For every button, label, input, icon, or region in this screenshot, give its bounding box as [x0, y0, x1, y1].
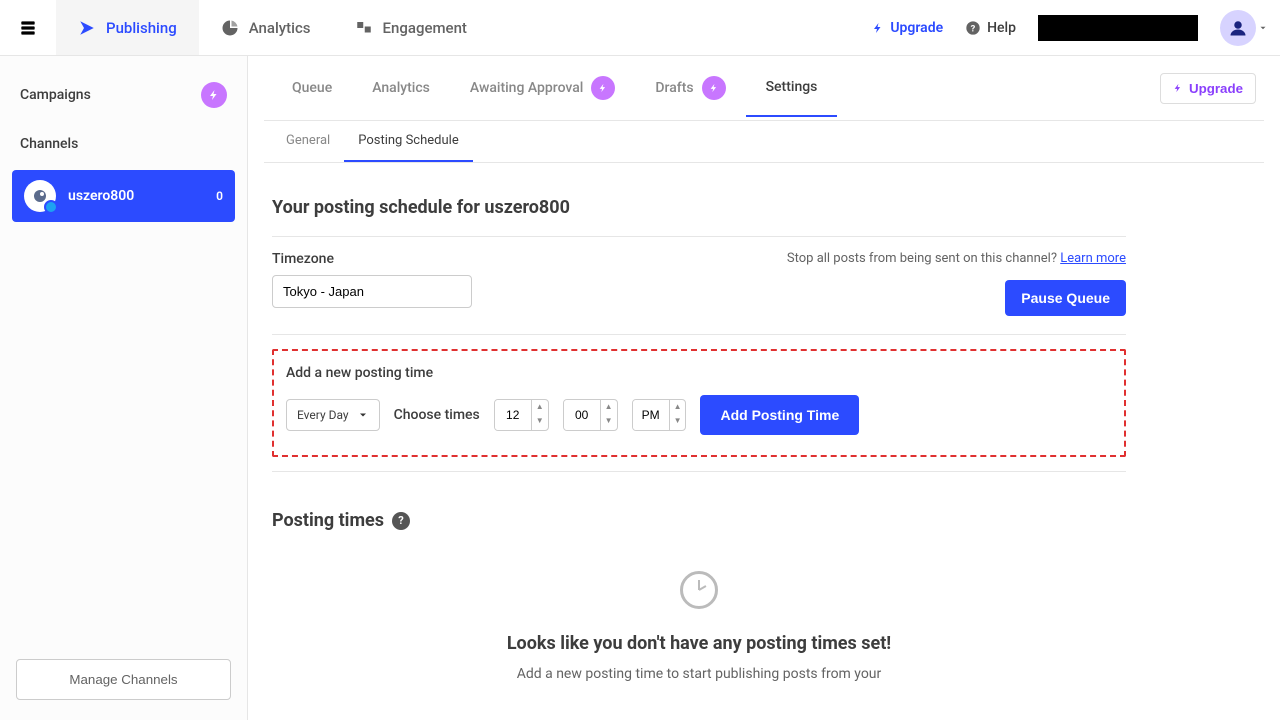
chevron-down-icon — [1258, 23, 1268, 33]
upgrade-link-label: Upgrade — [890, 20, 943, 36]
timezone-input[interactable] — [272, 275, 472, 308]
help-link[interactable]: ? Help — [965, 20, 1016, 36]
learn-more-link[interactable]: Learn more — [1060, 251, 1126, 266]
top-nav: Publishing Analytics Engagement Upgrade … — [0, 0, 1280, 56]
tab-queue[interactable]: Queue — [272, 60, 352, 116]
minute-stepper[interactable]: ▲▼ — [563, 399, 618, 431]
account-selector[interactable] — [1038, 15, 1198, 41]
add-posting-label: Add a new posting time — [286, 365, 1112, 381]
tab-engagement-label: Engagement — [383, 19, 467, 37]
tab-analytics-label: Analytics — [249, 19, 311, 37]
user-menu[interactable] — [1220, 10, 1268, 46]
analytics-icon — [221, 19, 239, 37]
upgrade-link[interactable]: Upgrade — [872, 20, 943, 36]
drafts-label: Drafts — [655, 80, 693, 96]
add-posting-time-button[interactable]: Add Posting Time — [700, 395, 859, 435]
upgrade-button-label: Upgrade — [1189, 81, 1243, 96]
ampm-input[interactable] — [633, 400, 669, 430]
tab-settings[interactable]: Settings — [746, 59, 838, 117]
chevron-down-icon[interactable]: ▼ — [532, 414, 548, 428]
empty-state: Looks like you don't have any posting ti… — [272, 571, 1126, 682]
campaigns-label: Campaigns — [20, 87, 91, 103]
hour-input[interactable] — [495, 400, 531, 430]
hour-stepper[interactable]: ▲▼ — [494, 399, 549, 431]
upgrade-button[interactable]: Upgrade — [1160, 73, 1256, 104]
content-tabs: Queue Analytics Awaiting Approval Drafts… — [264, 56, 1264, 121]
tab-drafts[interactable]: Drafts — [635, 56, 745, 120]
topnav-right: Upgrade ? Help — [872, 10, 1280, 46]
main-content: Queue Analytics Awaiting Approval Drafts… — [248, 56, 1280, 720]
empty-subtitle: Add a new posting time to start publishi… — [272, 666, 1126, 682]
day-select[interactable]: Every Day — [286, 399, 380, 431]
app-logo[interactable] — [0, 18, 56, 38]
tab-posting-schedule[interactable]: Posting Schedule — [344, 121, 473, 162]
bolt-icon — [1173, 82, 1183, 94]
choose-times-label: Choose times — [394, 407, 480, 423]
help-icon: ? — [965, 20, 981, 36]
chevron-down-icon — [357, 409, 369, 421]
bolt-icon — [872, 21, 884, 35]
awaiting-label: Awaiting Approval — [470, 80, 583, 96]
bolt-icon — [702, 76, 726, 100]
tab-awaiting[interactable]: Awaiting Approval — [450, 56, 635, 120]
chevron-up-icon[interactable]: ▲ — [601, 400, 617, 414]
help-icon[interactable]: ? — [392, 512, 410, 530]
page-title: Your posting schedule for uszero800 — [272, 197, 1126, 218]
bolt-icon — [591, 76, 615, 100]
svg-text:?: ? — [971, 23, 976, 34]
ampm-stepper[interactable]: ▲▼ — [632, 399, 687, 431]
manage-channels-button[interactable]: Manage Channels — [16, 659, 231, 700]
tab-publishing-label: Publishing — [106, 19, 177, 37]
tab-analytics-sub[interactable]: Analytics — [352, 60, 450, 116]
empty-title: Looks like you don't have any posting ti… — [272, 633, 1126, 654]
channels-label: Channels — [20, 136, 78, 152]
tab-general[interactable]: General — [272, 121, 344, 162]
sidebar-item-campaigns[interactable]: Campaigns — [8, 68, 239, 122]
divider — [272, 471, 1126, 472]
minute-input[interactable] — [564, 400, 600, 430]
chevron-up-icon[interactable]: ▲ — [670, 400, 686, 414]
add-posting-time-section: Add a new posting time Every Day Choose … — [272, 349, 1126, 457]
chevron-up-icon[interactable]: ▲ — [532, 400, 548, 414]
settings-tabs: General Posting Schedule — [264, 121, 1264, 163]
clock-icon — [680, 571, 718, 609]
channel-item[interactable]: uszero800 0 — [12, 170, 235, 222]
twitter-icon — [44, 200, 58, 214]
topnav-tabs: Publishing Analytics Engagement — [56, 0, 489, 55]
channel-name: uszero800 — [68, 188, 134, 204]
chevron-down-icon[interactable]: ▼ — [601, 414, 617, 428]
timezone-label: Timezone — [272, 251, 472, 267]
posting-times-title: Posting times — [272, 510, 384, 531]
avatar — [1220, 10, 1256, 46]
tab-analytics[interactable]: Analytics — [199, 0, 333, 55]
engagement-icon — [355, 19, 373, 37]
tab-engagement[interactable]: Engagement — [333, 0, 489, 55]
channel-count: 0 — [216, 189, 223, 203]
help-link-label: Help — [987, 20, 1016, 36]
day-select-value: Every Day — [297, 408, 349, 422]
publishing-icon — [78, 19, 96, 37]
channel-avatar — [24, 180, 56, 212]
tab-publishing[interactable]: Publishing — [56, 0, 199, 55]
sidebar-item-channels[interactable]: Channels — [8, 122, 239, 166]
pause-queue-button[interactable]: Pause Queue — [1005, 280, 1126, 316]
chevron-down-icon[interactable]: ▼ — [670, 414, 686, 428]
bolt-badge-icon — [201, 82, 227, 108]
sidebar: Campaigns Channels uszero800 0 Manage Ch… — [0, 56, 248, 720]
divider — [272, 236, 1126, 237]
stop-text: Stop all posts from being sent on this c… — [787, 251, 1126, 266]
